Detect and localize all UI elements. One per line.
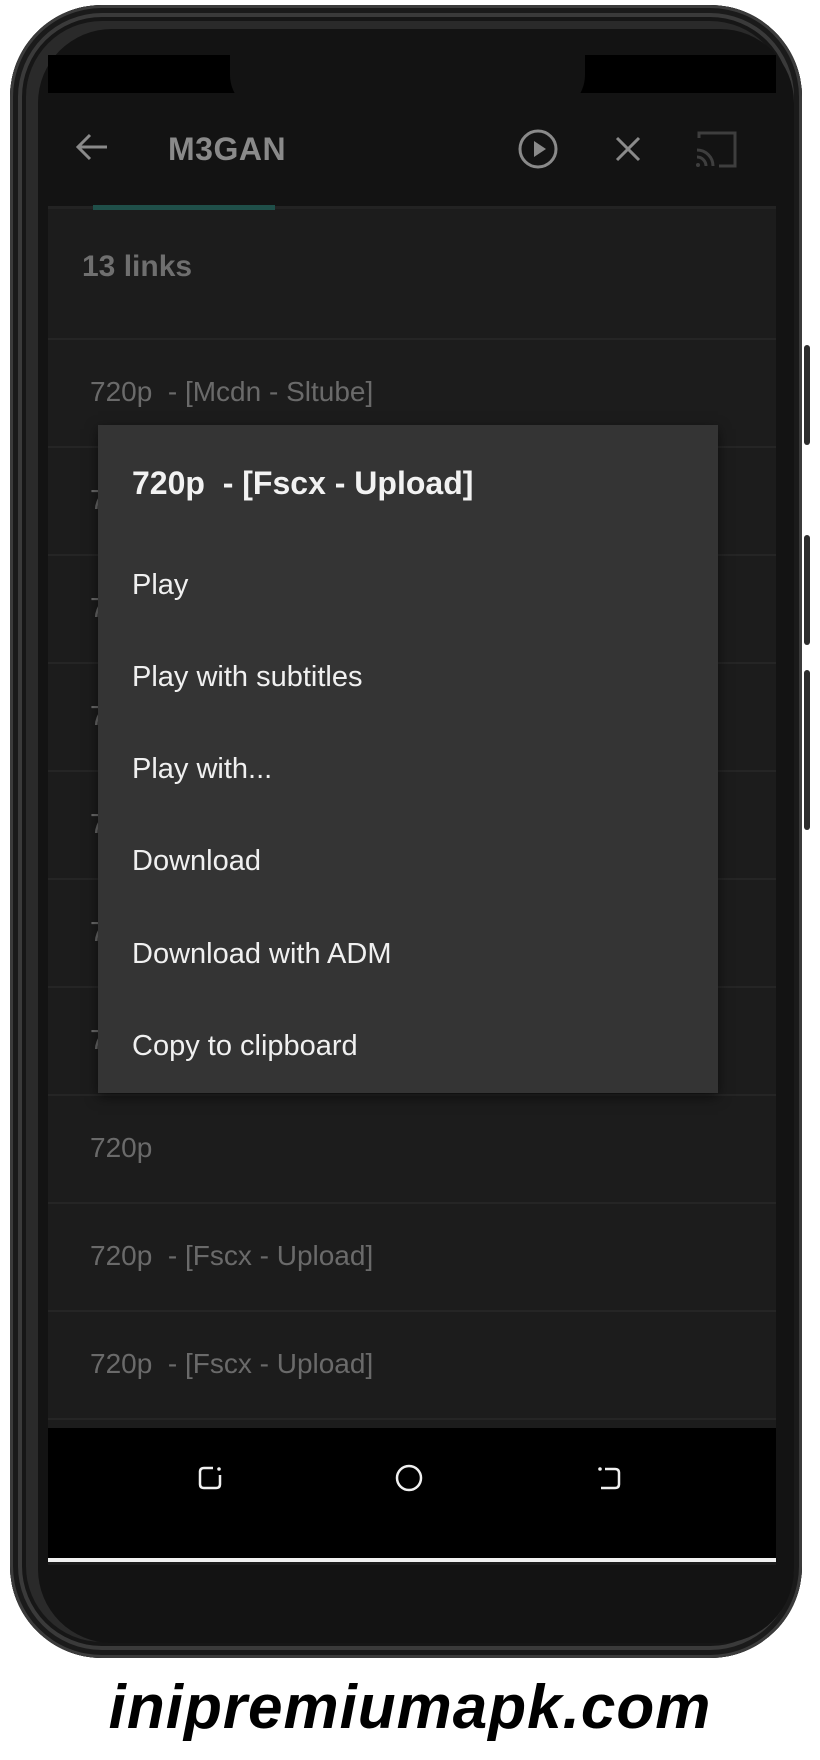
tab-active-indicator[interactable] bbox=[93, 205, 275, 210]
link-label: 720p bbox=[90, 1132, 153, 1163]
links-count: 13 links bbox=[82, 250, 193, 283]
menu-item-play-with-subtitles[interactable]: Play with subtitles bbox=[98, 633, 718, 725]
menu-item-label: Play with subtitles bbox=[132, 661, 363, 693]
context-menu: 720p - [Fscx - Upload] Play Play with su… bbox=[98, 425, 718, 1093]
watermark: inipremiumapk.com bbox=[108, 1673, 712, 1742]
menu-item-copy-to-clipboard[interactable]: Copy to clipboard bbox=[98, 1002, 718, 1094]
phone-screen: M3GAN 13 links 720p - [Mcdn - Sltube] 72… bbox=[48, 55, 776, 1565]
back-icon bbox=[598, 1467, 621, 1490]
menu-item-label: Download with ADM bbox=[132, 938, 392, 970]
menu-item-play-with[interactable]: Play with... bbox=[98, 725, 718, 817]
nav-back-button[interactable] bbox=[585, 1454, 633, 1502]
menu-item-download-with-adm[interactable]: Download with ADM bbox=[98, 910, 718, 1002]
menu-item-label: Play with... bbox=[132, 753, 273, 785]
volume-down-button bbox=[804, 535, 810, 645]
list-item[interactable]: 720p - [Fscx - Upload] bbox=[48, 1310, 776, 1418]
app-bar: M3GAN bbox=[48, 93, 776, 208]
context-menu-title: 720p - [Fscx - Upload] bbox=[132, 465, 474, 501]
power-button bbox=[804, 670, 810, 830]
play-button[interactable] bbox=[512, 123, 564, 175]
recents-button[interactable] bbox=[186, 1454, 234, 1502]
link-label: 720p - [Mcdn - Sltube] bbox=[90, 376, 374, 407]
menu-item-label: Download bbox=[132, 845, 261, 877]
list-item[interactable]: 720p - [Fscx - Upload] bbox=[48, 1202, 776, 1310]
home-button[interactable] bbox=[385, 1454, 433, 1502]
menu-item-label: Copy to clipboard bbox=[132, 1030, 358, 1062]
link-label: 720p - [Fscx - Upload] bbox=[90, 1240, 374, 1271]
page-title: M3GAN bbox=[168, 131, 287, 167]
menu-item-play[interactable]: Play bbox=[98, 541, 718, 633]
cast-icon bbox=[696, 131, 737, 168]
link-label: 720p - [Fscx - Upload] bbox=[90, 1348, 374, 1379]
gesture-line bbox=[48, 1558, 776, 1562]
cast-button[interactable] bbox=[688, 121, 744, 177]
recents-icon bbox=[198, 1466, 222, 1490]
close-icon bbox=[615, 136, 641, 162]
back-button[interactable] bbox=[68, 123, 116, 171]
list-item[interactable]: 720p bbox=[48, 1094, 776, 1202]
home-icon bbox=[395, 1464, 423, 1492]
volume-up-button bbox=[804, 345, 810, 445]
system-nav-bar bbox=[48, 1428, 776, 1558]
menu-item-download[interactable]: Download bbox=[98, 817, 718, 909]
menu-item-label: Play bbox=[132, 569, 189, 601]
arrow-left-icon bbox=[75, 133, 107, 161]
close-button[interactable] bbox=[602, 123, 654, 175]
play-circle-icon bbox=[518, 129, 558, 169]
